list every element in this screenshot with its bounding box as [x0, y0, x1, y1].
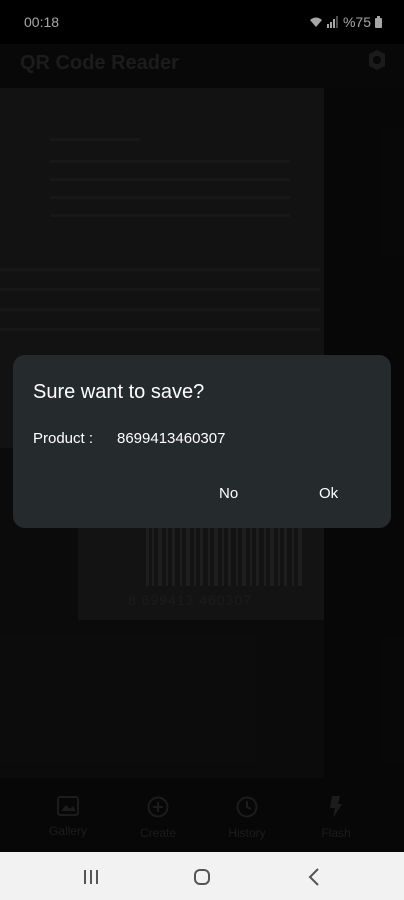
save-dialog: Sure want to save? Product : 86994134603…	[13, 355, 391, 528]
home-icon[interactable]	[187, 866, 217, 888]
back-icon[interactable]	[300, 866, 330, 888]
no-button[interactable]: No	[209, 479, 248, 508]
product-value: 8699413460307	[117, 430, 226, 447]
ok-button[interactable]: Ok	[309, 479, 348, 508]
product-label: Product :	[33, 430, 94, 447]
recent-apps-icon[interactable]	[76, 866, 106, 888]
dialog-title: Sure want to save?	[33, 381, 205, 403]
system-nav-bar	[0, 852, 404, 900]
